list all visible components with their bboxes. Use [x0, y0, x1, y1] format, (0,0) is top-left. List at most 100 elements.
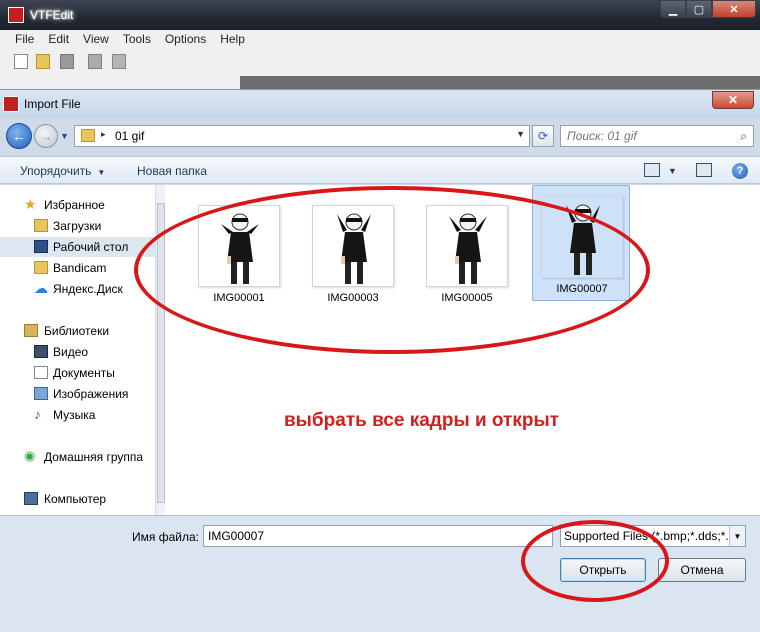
filename-label: Имя файла: [132, 530, 199, 544]
file-item[interactable]: IMG00005 [418, 195, 516, 307]
maximize-button[interactable]: ▢ [686, 0, 712, 18]
breadcrumb-separator[interactable]: ▸ [101, 129, 106, 140]
star-icon: ★ [24, 196, 37, 212]
nav-label: Рабочий стол [53, 240, 129, 254]
search-input[interactable] [567, 128, 727, 144]
command-bar: Упорядочить ▼ Новая папка ▼ ? [0, 156, 760, 184]
homegroup-icon: ◉ [24, 448, 36, 463]
libraries-icon [24, 324, 38, 337]
file-name: IMG00003 [327, 292, 379, 304]
nav-favorites[interactable]: ★ Избранное [0, 195, 155, 215]
character-thumbnail-icon [221, 213, 259, 284]
nav-bandicam[interactable]: Bandicam [0, 258, 155, 278]
dialog-titlebar: Import File ✕ [0, 90, 760, 118]
new-file-icon[interactable] [14, 54, 28, 69]
nav-label: Музыка [53, 408, 96, 422]
menu-options[interactable]: Options [158, 30, 213, 48]
preview-pane-icon[interactable] [696, 163, 712, 177]
nav-label: Изображения [53, 387, 129, 401]
nav-music[interactable]: ♪ Музыка [0, 405, 155, 425]
nav-images[interactable]: Изображения [0, 384, 155, 404]
help-icon[interactable]: ? [732, 163, 748, 179]
history-dropdown-icon[interactable]: ▼ [60, 131, 70, 141]
breadcrumb-current-folder[interactable]: 01 gif [115, 129, 144, 143]
file-type-value: Supported Files (*.bmp;*.dds;*.g [564, 529, 736, 543]
forward-arrow-icon[interactable]: → [34, 124, 58, 148]
paste-icon[interactable] [112, 54, 126, 69]
menu-edit[interactable]: Edit [41, 30, 76, 48]
images-icon [34, 387, 48, 400]
cancel-button[interactable]: Отмена [658, 558, 746, 582]
navigation-pane: ★ Избранное Загрузки Рабочий стол Bandic… [0, 185, 166, 515]
character-thumbnail-icon [449, 213, 487, 284]
nav-label: Компьютер [44, 492, 107, 506]
change-view-icon[interactable] [644, 163, 660, 177]
character-thumbnail-icon [566, 204, 600, 275]
open-button[interactable]: Открыть [560, 558, 646, 582]
chevron-down-icon: ▼ [97, 168, 106, 177]
dialog-footer: Имя файла: Supported Files (*.bmp;*.dds;… [0, 515, 760, 632]
search-icon[interactable]: ⌕ [740, 129, 747, 144]
minimize-button[interactable]: ▁ [660, 0, 686, 18]
nav-documents[interactable]: Документы [0, 363, 155, 383]
back-arrow-icon[interactable]: ← [6, 123, 32, 149]
nav-computer[interactable]: Компьютер [0, 489, 155, 509]
address-row: ← → ▼ ▸ 01 gif ▼ ⟳ ⌕ [0, 118, 760, 154]
menu-tools[interactable]: Tools [116, 30, 158, 48]
new-folder-button[interactable]: Новая папка [137, 164, 207, 178]
chevron-down-icon[interactable]: ▼ [729, 526, 745, 546]
copy-icon[interactable] [88, 54, 102, 69]
save-icon[interactable] [60, 54, 74, 69]
nav-label: Домашняя группа [44, 450, 144, 464]
menu-help[interactable]: Help [213, 30, 252, 48]
open-folder-icon[interactable] [36, 54, 50, 69]
navigation-scrollbar[interactable] [155, 185, 165, 515]
nav-label: Яндекс.Диск [53, 282, 123, 296]
thumbnail-frame [312, 205, 394, 287]
folder-icon [81, 129, 95, 142]
menu-view[interactable]: View [76, 30, 116, 48]
desktop-icon [34, 240, 48, 253]
nav-video[interactable]: Видео [0, 342, 155, 362]
file-item[interactable]: IMG00003 [304, 195, 402, 307]
nav-desktop[interactable]: Рабочий стол [0, 237, 155, 257]
music-note-icon: ♪ [34, 406, 41, 422]
nav-downloads[interactable]: Загрузки [0, 216, 155, 236]
nav-label: Видео [53, 345, 89, 359]
filename-input[interactable] [203, 525, 553, 547]
file-item[interactable]: IMG00001 [190, 195, 288, 307]
organize-label: Упорядочить [20, 164, 92, 178]
search-box[interactable]: ⌕ [560, 125, 754, 147]
organize-button[interactable]: Упорядочить ▼ [20, 164, 105, 178]
file-item-selected[interactable]: IMG00007 [532, 185, 630, 301]
import-file-dialog: Import File ✕ ← → ▼ ▸ 01 gif ▼ ⟳ ⌕ Упоря… [0, 89, 760, 632]
menu-bar: File Edit View Tools Options Help [0, 30, 760, 48]
file-type-select[interactable]: Supported Files (*.bmp;*.dds;*.g ▼ [560, 525, 746, 547]
computer-icon [24, 492, 38, 505]
caption-buttons: ▁ ▢ ✕ [660, 0, 756, 20]
close-button[interactable]: ✕ [712, 0, 756, 18]
character-thumbnail-icon [337, 213, 371, 284]
vtfedit-titlebar: VTFEdit ▁ ▢ ✕ [0, 0, 760, 30]
vtfedit-title: VTFEdit [30, 8, 74, 22]
menu-file[interactable]: File [8, 30, 41, 48]
folder-icon [34, 261, 48, 274]
nav-yandex-disk[interactable]: ☁ Яндекс.Диск [0, 279, 155, 299]
video-icon [34, 345, 48, 358]
nav-libraries[interactable]: Библиотеки [0, 321, 155, 341]
view-options-chevron-icon[interactable]: ▼ [668, 166, 677, 176]
thumbnail-frame [426, 205, 508, 287]
cloud-icon: ☁ [34, 280, 48, 296]
address-dropdown-icon[interactable]: ▼ [516, 129, 525, 139]
refresh-icon[interactable]: ⟳ [532, 125, 554, 147]
thumbnail-frame [541, 196, 623, 278]
file-name: IMG00007 [556, 283, 608, 295]
address-bar[interactable]: ▸ 01 gif ▼ [74, 125, 530, 147]
dialog-close-button[interactable]: ✕ [712, 91, 754, 109]
nav-homegroup[interactable]: ◉ Домашняя группа [0, 447, 155, 467]
thumbnail-frame [198, 205, 280, 287]
nav-label: Библиотеки [44, 324, 110, 338]
scrollbar-thumb[interactable] [157, 203, 165, 503]
file-name: IMG00001 [213, 292, 265, 304]
annotation-text: выбрать все кадры и открыт [284, 410, 559, 431]
